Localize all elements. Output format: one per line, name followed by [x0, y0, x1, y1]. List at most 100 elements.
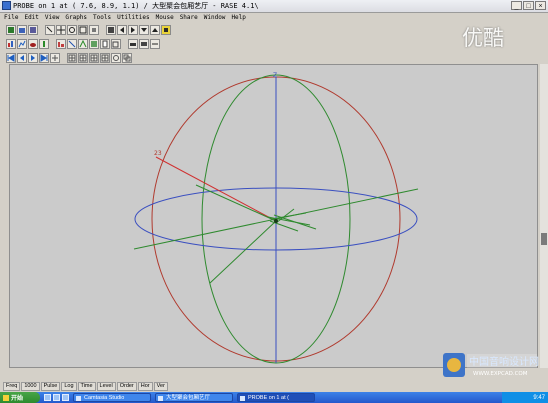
next-icon[interactable] [28, 53, 38, 63]
quick-launch-icon[interactable] [44, 394, 51, 401]
menu-edit[interactable]: Edit [24, 13, 38, 23]
speaker-icon[interactable] [28, 39, 38, 49]
status-order[interactable]: Order [116, 382, 137, 391]
system-tray: 9:47 [502, 392, 548, 403]
watermark-site-name: 中国音响设计网 [469, 355, 539, 368]
view-left-icon[interactable] [117, 25, 127, 35]
status-pulse[interactable]: Pulse [40, 382, 61, 391]
report-icon[interactable] [100, 39, 110, 49]
origin-point [274, 219, 278, 223]
status-hor[interactable]: Hor [137, 382, 153, 391]
first-icon[interactable] [6, 53, 16, 63]
grid-1-icon[interactable] [67, 53, 77, 63]
prev-icon[interactable] [17, 53, 27, 63]
status-freq[interactable]: Freq [3, 382, 21, 391]
save-icon[interactable] [28, 25, 38, 35]
status-ver[interactable]: Ver [153, 382, 168, 391]
menu-file[interactable]: File [4, 13, 18, 23]
export-glyph-icon [152, 43, 158, 45]
taskbar-item-camtasia[interactable]: Camtasia Studio [73, 393, 151, 402]
view-right-icon[interactable] [128, 25, 138, 35]
pointer-tool-icon[interactable] [45, 25, 55, 35]
grid-glyph-icon [79, 54, 87, 62]
secondary-ray [195, 184, 277, 222]
view-up-icon[interactable] [150, 25, 160, 35]
grid-glyph-icon [68, 54, 76, 62]
taskbar-item-project[interactable]: 大型聚会包厢艺厅 [155, 393, 233, 402]
minimize-button[interactable]: _ [511, 1, 522, 10]
grid-glyph-icon [90, 54, 98, 62]
grid-glyph-icon [101, 54, 109, 62]
open-glyph-icon [19, 28, 25, 33]
view-top-icon[interactable] [106, 25, 116, 35]
vertical-scrollbar[interactable] [540, 64, 548, 368]
title-bar[interactable]: PROBE on 1 at ( 7.6, 8.9, 1.1) / 大型聚会包厢艺… [0, 0, 548, 13]
decay-icon[interactable] [67, 39, 77, 49]
bar-chart-icon[interactable] [6, 39, 16, 49]
taskbar-item-probe[interactable]: PROBE on 1 at ( [237, 393, 315, 402]
prev-glyph-icon [20, 55, 24, 61]
menu-tools[interactable]: Tools [93, 13, 111, 23]
plus-glyph-icon [52, 55, 58, 61]
open-icon[interactable] [17, 25, 27, 35]
histogram-glyph-icon [58, 42, 64, 47]
save-glyph-icon [30, 27, 36, 33]
fit-view-icon[interactable] [89, 25, 99, 35]
status-level[interactable]: Level [96, 382, 116, 391]
map-icon[interactable] [89, 39, 99, 49]
grid-2-icon[interactable] [78, 53, 88, 63]
copy-icon[interactable] [111, 39, 121, 49]
menu-view[interactable]: View [45, 13, 59, 23]
lower-ray [209, 220, 277, 284]
status-log[interactable]: Log [61, 382, 77, 391]
start-label: 开始 [11, 396, 24, 402]
menu-utilities[interactable]: Utilities [117, 13, 150, 23]
zoom-tool-icon[interactable] [67, 25, 77, 35]
app-icon[interactable] [2, 1, 11, 10]
energy-icon[interactable] [78, 39, 88, 49]
video-watermark-brand: 优酷 [462, 26, 504, 50]
export-icon[interactable] [150, 39, 160, 49]
window-controls: _ □ × [511, 1, 546, 10]
highlight-icon[interactable] [161, 25, 171, 35]
graph-icon[interactable] [17, 39, 27, 49]
status-time[interactable]: Time [77, 382, 96, 391]
last-icon[interactable] [39, 53, 49, 63]
rotate-glyph-icon [79, 26, 87, 34]
menu-graphs[interactable]: Graphs [65, 13, 87, 23]
move-tool-icon[interactable] [56, 25, 66, 35]
histogram-icon[interactable] [56, 39, 66, 49]
tray-clock[interactable]: 9:47 [533, 395, 545, 401]
status-bar: Freq 1000 Pulse Log Time Level Order Hor… [0, 382, 548, 391]
menu-window[interactable]: Window [204, 13, 226, 23]
start-button[interactable]: 开始 [0, 392, 40, 403]
down-arrow-icon [141, 28, 147, 32]
scroll-thumb[interactable] [541, 233, 547, 245]
grid-4-icon[interactable] [100, 53, 110, 63]
rotate-tool-icon[interactable] [78, 25, 88, 35]
next-glyph-icon [31, 55, 35, 61]
close-button[interactable]: × [535, 1, 546, 10]
right-arrow-icon [131, 27, 135, 33]
quick-launch-icon[interactable] [62, 394, 69, 401]
left-edge [2, 64, 8, 368]
layers-icon[interactable] [122, 53, 132, 63]
view-down-icon[interactable] [139, 25, 149, 35]
graph-glyph-icon [18, 40, 26, 48]
settings-icon[interactable] [111, 53, 121, 63]
quick-launch-icon[interactable] [53, 394, 60, 401]
maximize-button[interactable]: □ [523, 1, 534, 10]
grid-3-icon[interactable] [89, 53, 99, 63]
highlight-glyph-icon [164, 28, 168, 32]
new-icon[interactable] [6, 25, 16, 35]
print-icon[interactable] [128, 39, 138, 49]
menu-help[interactable]: Help [231, 13, 245, 23]
add-icon[interactable] [50, 53, 60, 63]
camera-icon[interactable] [139, 39, 149, 49]
status-freq-value[interactable]: 1000 [21, 382, 40, 391]
bar-glyph-icon [8, 41, 13, 47]
probe-icon[interactable] [39, 39, 49, 49]
probe-viewport[interactable]: Z 23 [9, 64, 538, 368]
menu-share[interactable]: Share [180, 13, 198, 23]
menu-mouse[interactable]: Mouse [156, 13, 174, 23]
